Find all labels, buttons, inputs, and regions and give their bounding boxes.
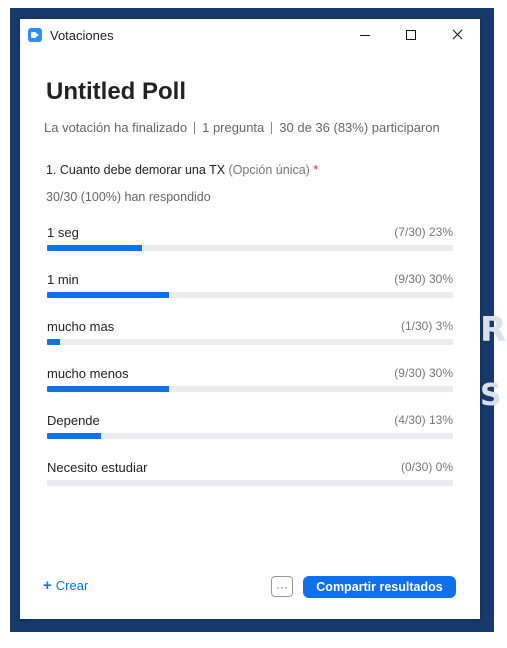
result-bar-track [47, 386, 453, 392]
result-bar-fill [47, 292, 169, 298]
option-row: Necesito estudiar (0/30) 0% [47, 459, 453, 506]
divider [194, 121, 196, 134]
question-count: 1 pregunta [202, 120, 265, 135]
share-results-button[interactable]: Compartir resultados [303, 576, 456, 598]
zoom-app-icon [28, 28, 42, 42]
poll-title: Untitled Poll [46, 78, 186, 105]
option-label: Depende [47, 413, 100, 428]
question-type: (Opción única) [228, 163, 310, 177]
maximize-button[interactable] [388, 19, 434, 51]
minimize-button[interactable] [342, 19, 388, 51]
minimize-icon [360, 34, 370, 36]
option-result: (0/30) 0% [400, 460, 453, 474]
option-row: 1 seg (7/30) 23% [47, 224, 453, 271]
ellipsis-icon: ··· [276, 579, 288, 594]
options-list: 1 seg (7/30) 23% 1 min (9/30) 30% mucho … [47, 224, 453, 506]
result-bar-track [47, 292, 453, 298]
result-bar-fill [47, 245, 142, 251]
option-label: 1 min [47, 272, 79, 287]
divider [271, 121, 273, 134]
create-label: Crear [55, 578, 89, 593]
option-result: (9/30) 30% [394, 272, 453, 286]
option-row: 1 min (9/30) 30% [47, 271, 453, 318]
poll-status: La votación ha finalizado [44, 120, 188, 135]
participation-count: 30 de 36 (83%) participaron [279, 120, 440, 135]
required-marker: * [313, 163, 319, 177]
responded-count: 30/30 (100%) han respondido [46, 190, 211, 204]
option-label: Necesito estudiar [47, 460, 148, 475]
plus-icon: + [43, 577, 52, 594]
question-label: 1. Cuanto debe demorar una TX [46, 163, 226, 177]
result-bar-fill [47, 386, 169, 392]
close-icon [451, 29, 463, 41]
option-row: Depende (4/30) 13% [47, 412, 453, 459]
close-button[interactable] [434, 19, 480, 51]
option-row: mucho mas (1/30) 3% [47, 318, 453, 365]
more-options-button[interactable]: ··· [271, 576, 293, 597]
result-bar-fill [47, 433, 101, 439]
title-bar[interactable]: Votaciones [20, 19, 480, 51]
question-text: 1. Cuanto debe demorar una TX (Opción ún… [46, 163, 318, 177]
result-bar-track [47, 245, 453, 251]
background-partial-text: R [480, 310, 507, 350]
maximize-icon [406, 30, 416, 40]
result-bar-track [47, 433, 453, 439]
result-bar-fill [47, 339, 61, 345]
background-partial-text: S [480, 378, 502, 413]
option-label: mucho menos [47, 366, 129, 381]
option-result: (1/30) 3% [400, 319, 453, 333]
option-result: (9/30) 30% [394, 366, 453, 380]
option-result: (7/30) 23% [394, 225, 453, 239]
option-label: mucho mas [47, 319, 115, 334]
create-poll-button[interactable]: + Crear [43, 578, 88, 593]
option-row: mucho menos (9/30) 30% [47, 365, 453, 412]
option-label: 1 seg [47, 225, 79, 240]
poll-status-line: La votación ha finalizado 1 pregunta 30 … [44, 120, 440, 135]
window-title: Votaciones [50, 28, 114, 43]
option-result: (4/30) 13% [394, 413, 453, 427]
result-bar-track [47, 339, 453, 345]
result-bar-track [47, 480, 453, 486]
poll-window: Votaciones Untitled Poll La votación ha … [20, 19, 480, 619]
